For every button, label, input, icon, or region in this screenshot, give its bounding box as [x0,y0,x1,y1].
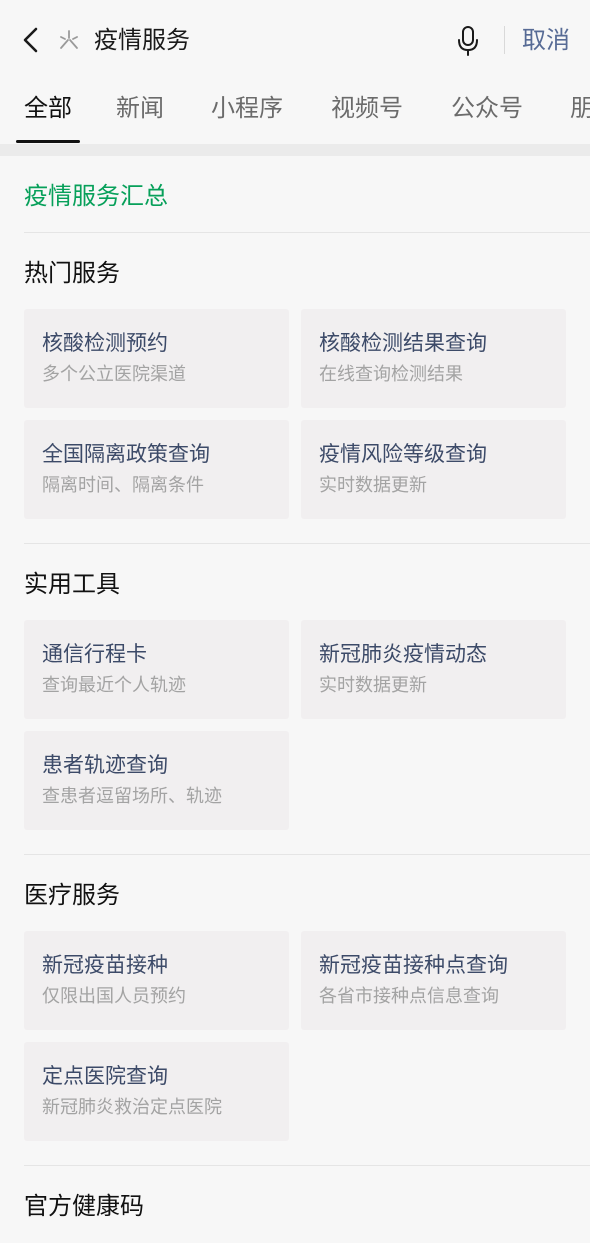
service-summary-title[interactable]: 疫情服务汇总 [24,178,168,214]
card-subtitle: 在线查询检测结果 [319,364,463,385]
card-subtitle: 查询最近个人轨迹 [42,675,186,696]
card-title: 患者轨迹查询 [42,753,168,777]
search-category-tabs: 全部 新闻 小程序 视频号 公众号 朋 [0,80,590,144]
card-subtitle: 实时数据更新 [319,475,427,496]
back-chevron-icon[interactable] [16,24,46,56]
service-card-epidemic-updates[interactable]: 新冠肺炎疫情动态 实时数据更新 [301,620,566,719]
service-card-vaccination-sites[interactable]: 新冠疫苗接种点查询 各省市接种点信息查询 [301,931,566,1030]
card-subtitle: 多个公立医院渠道 [42,364,186,385]
divider [24,1165,590,1166]
active-tab-indicator [16,140,80,143]
section-title-hot-services: 热门服务 [24,259,120,287]
search-query-text[interactable]: 疫情服务 [94,22,190,58]
card-title: 新冠肺炎疫情动态 [319,642,487,666]
service-card-risk-level[interactable]: 疫情风险等级查询 实时数据更新 [301,420,566,519]
service-card-nucleic-test-booking[interactable]: 核酸检测预约 多个公立医院渠道 [24,309,289,408]
tabs-separator [0,144,590,156]
card-title: 核酸检测预约 [42,331,168,355]
card-title: 通信行程卡 [42,642,147,666]
service-card-nucleic-test-result[interactable]: 核酸检测结果查询 在线查询检测结果 [301,309,566,408]
service-card-travel-card[interactable]: 通信行程卡 查询最近个人轨迹 [24,620,289,719]
tab-official-accounts[interactable]: 公众号 [451,90,523,126]
divider [24,854,590,855]
service-card-patient-trajectory[interactable]: 患者轨迹查询 查患者逗留场所、轨迹 [24,731,289,830]
card-title: 定点医院查询 [42,1064,168,1088]
service-card-vaccination[interactable]: 新冠疫苗接种 仅限出国人员预约 [24,931,289,1030]
card-subtitle: 隔离时间、隔离条件 [42,475,204,496]
cancel-button[interactable]: 取消 [522,22,570,58]
card-subtitle: 各省市接种点信息查询 [319,986,499,1007]
card-title: 新冠疫苗接种 [42,953,168,977]
microphone-icon[interactable] [454,24,482,58]
tab-channels[interactable]: 视频号 [331,90,403,126]
tab-all[interactable]: 全部 [24,90,72,126]
card-subtitle: 新冠肺炎救治定点医院 [42,1097,222,1118]
card-subtitle: 仅限出国人员预约 [42,986,186,1007]
tab-moments-partial[interactable]: 朋 [570,90,590,126]
section-title-health-code: 官方健康码 [24,1192,144,1220]
service-card-quarantine-policy[interactable]: 全国隔离政策查询 隔离时间、隔离条件 [24,420,289,519]
divider [24,232,590,233]
section-title-tools: 实用工具 [24,570,120,598]
header-divider [504,26,505,54]
tab-mini-programs[interactable]: 小程序 [211,90,283,126]
card-title: 新冠疫苗接种点查询 [319,953,508,977]
service-card-designated-hospitals[interactable]: 定点医院查询 新冠肺炎救治定点医院 [24,1042,289,1141]
card-subtitle: 实时数据更新 [319,675,427,696]
card-subtitle: 查患者逗留场所、轨迹 [42,786,222,807]
search-header: 疫情服务 取消 [0,0,590,80]
tab-news[interactable]: 新闻 [116,90,164,126]
search-spark-icon [60,30,78,49]
card-title: 核酸检测结果查询 [319,331,487,355]
card-title: 疫情风险等级查询 [319,442,487,466]
section-title-medical: 医疗服务 [24,881,120,909]
divider [24,543,590,544]
card-title: 全国隔离政策查询 [42,442,210,466]
